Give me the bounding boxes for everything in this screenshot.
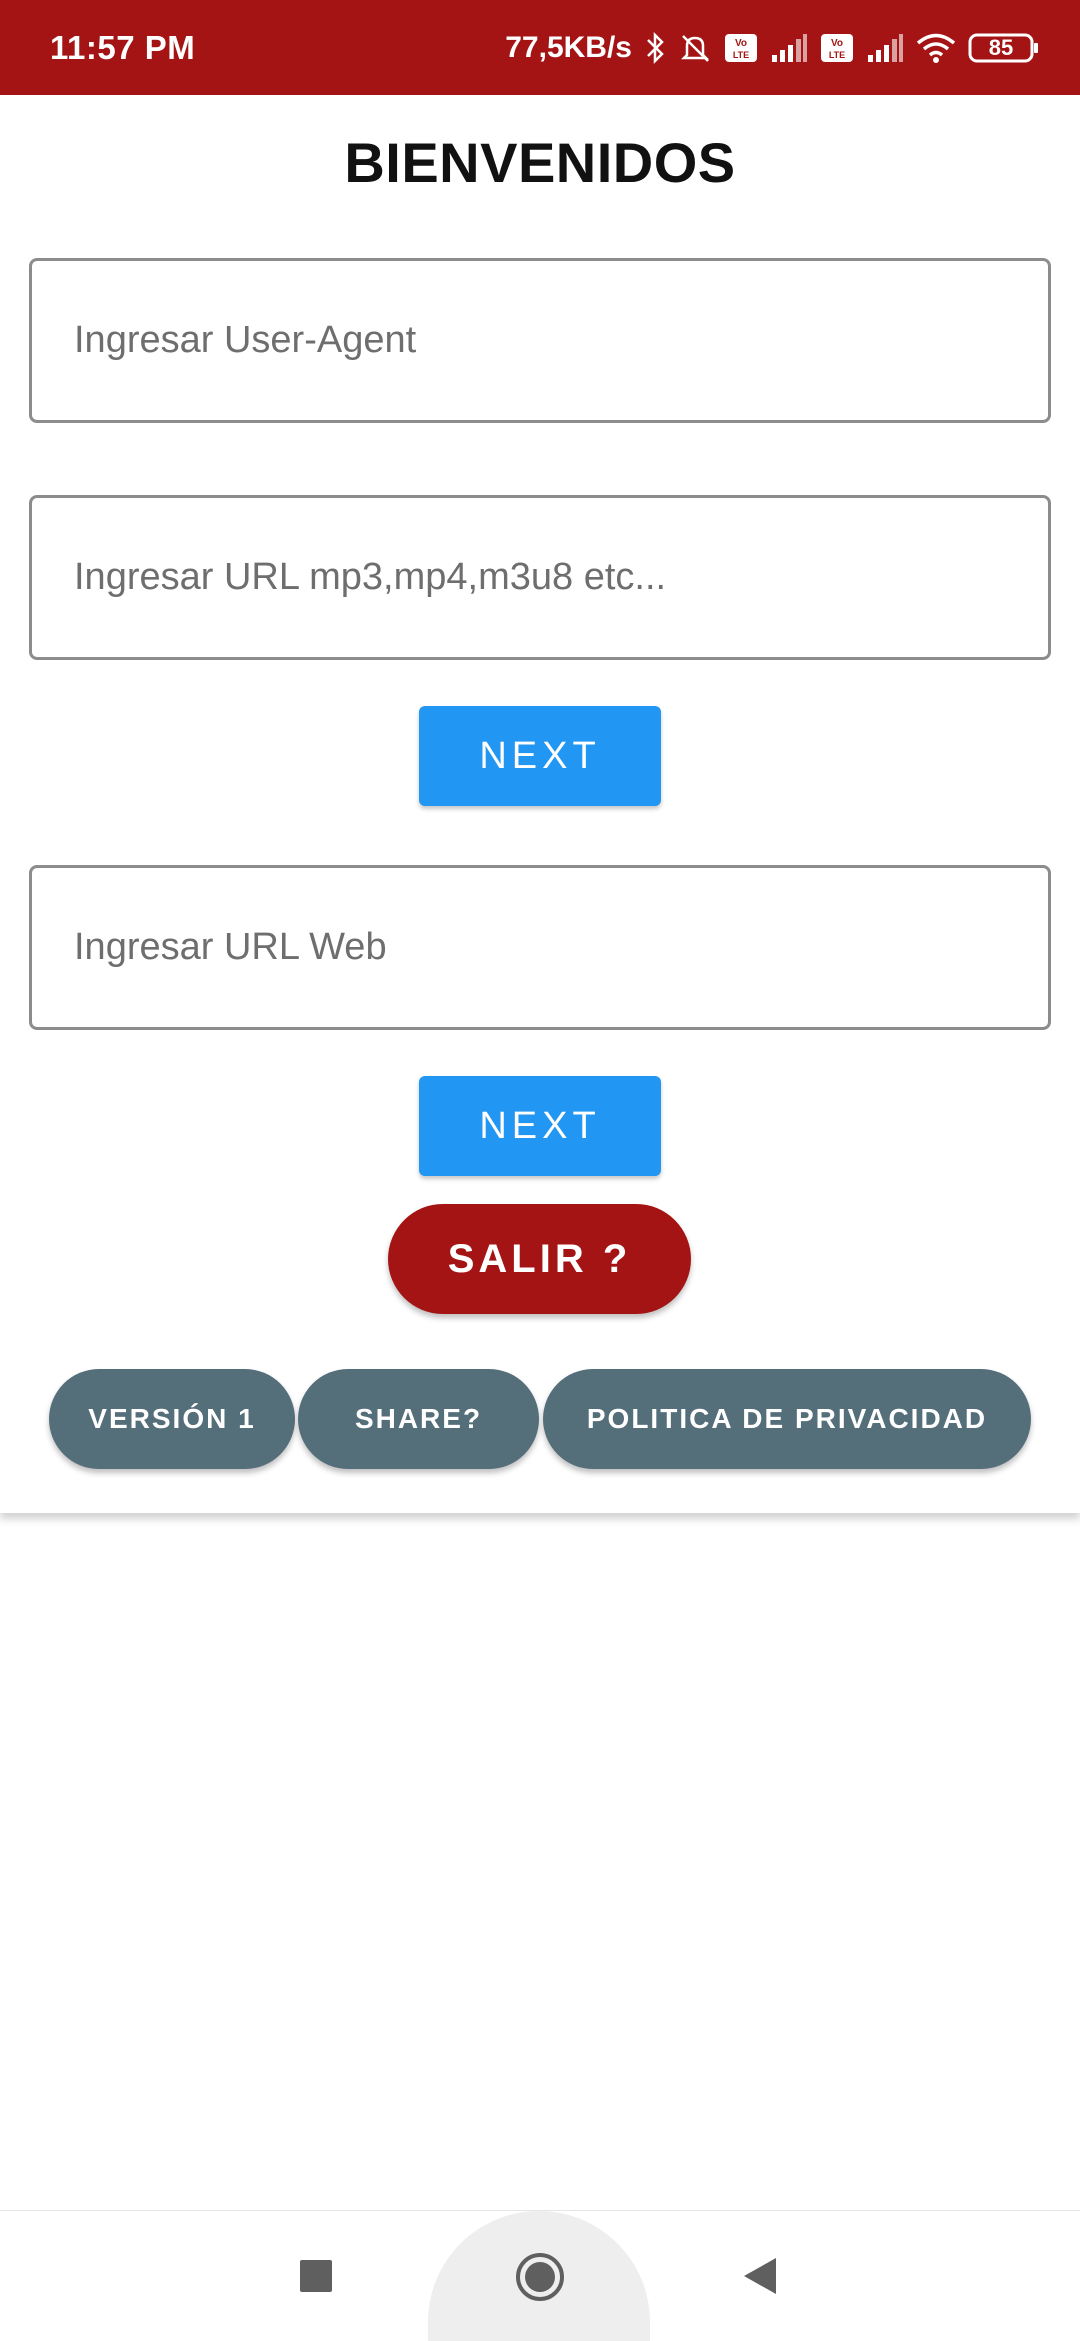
svg-text:LTE: LTE [733, 50, 749, 60]
volte-icon: Vo LTE [820, 33, 854, 63]
battery-level: 85 [988, 34, 1014, 60]
svg-text:LTE: LTE [829, 50, 845, 60]
signal-icon [770, 33, 808, 63]
bluetooth-icon [644, 31, 666, 65]
media-url-field[interactable] [29, 495, 1051, 660]
volte-icon: Vo LTE [724, 33, 758, 63]
share-button[interactable]: SHARE? [298, 1369, 539, 1469]
battery-icon: 85 [968, 32, 1040, 64]
main-card: BIENVENIDOS NEXT NEXT SALIR ? VERSIÓN 1 … [0, 95, 1080, 1513]
next-button-web[interactable]: NEXT [419, 1076, 661, 1176]
web-url-input[interactable] [74, 926, 1048, 969]
bell-off-icon [678, 31, 712, 65]
status-icons: 77,5KB/s Vo LTE Vo LTE 85 [505, 31, 1040, 65]
network-speed: 77,5KB/s [505, 30, 632, 64]
svg-text:Vo: Vo [735, 38, 747, 49]
version-button[interactable]: VERSIÓN 1 [49, 1369, 295, 1469]
status-time: 11:57 PM [50, 28, 196, 66]
signal-icon [866, 33, 904, 63]
page-title: BIENVENIDOS [344, 131, 736, 194]
user-agent-field[interactable] [29, 258, 1051, 423]
status-bar: 11:57 PM 77,5KB/s Vo LTE Vo LTE 85 [0, 0, 1080, 95]
exit-button[interactable]: SALIR ? [388, 1204, 691, 1314]
web-url-field[interactable] [29, 865, 1051, 1030]
svg-text:Vo: Vo [831, 38, 843, 49]
next-button-media[interactable]: NEXT [419, 706, 661, 806]
home-circle-icon[interactable] [514, 2251, 566, 2303]
back-triangle-icon[interactable] [740, 2256, 780, 2296]
media-url-input[interactable] [74, 556, 1048, 599]
recents-square-icon[interactable] [296, 2256, 336, 2296]
wifi-icon [916, 32, 956, 64]
privacy-policy-button[interactable]: POLITICA DE PRIVACIDAD [543, 1369, 1031, 1469]
navigation-bar [0, 2210, 1080, 2341]
user-agent-input[interactable] [74, 319, 1048, 362]
